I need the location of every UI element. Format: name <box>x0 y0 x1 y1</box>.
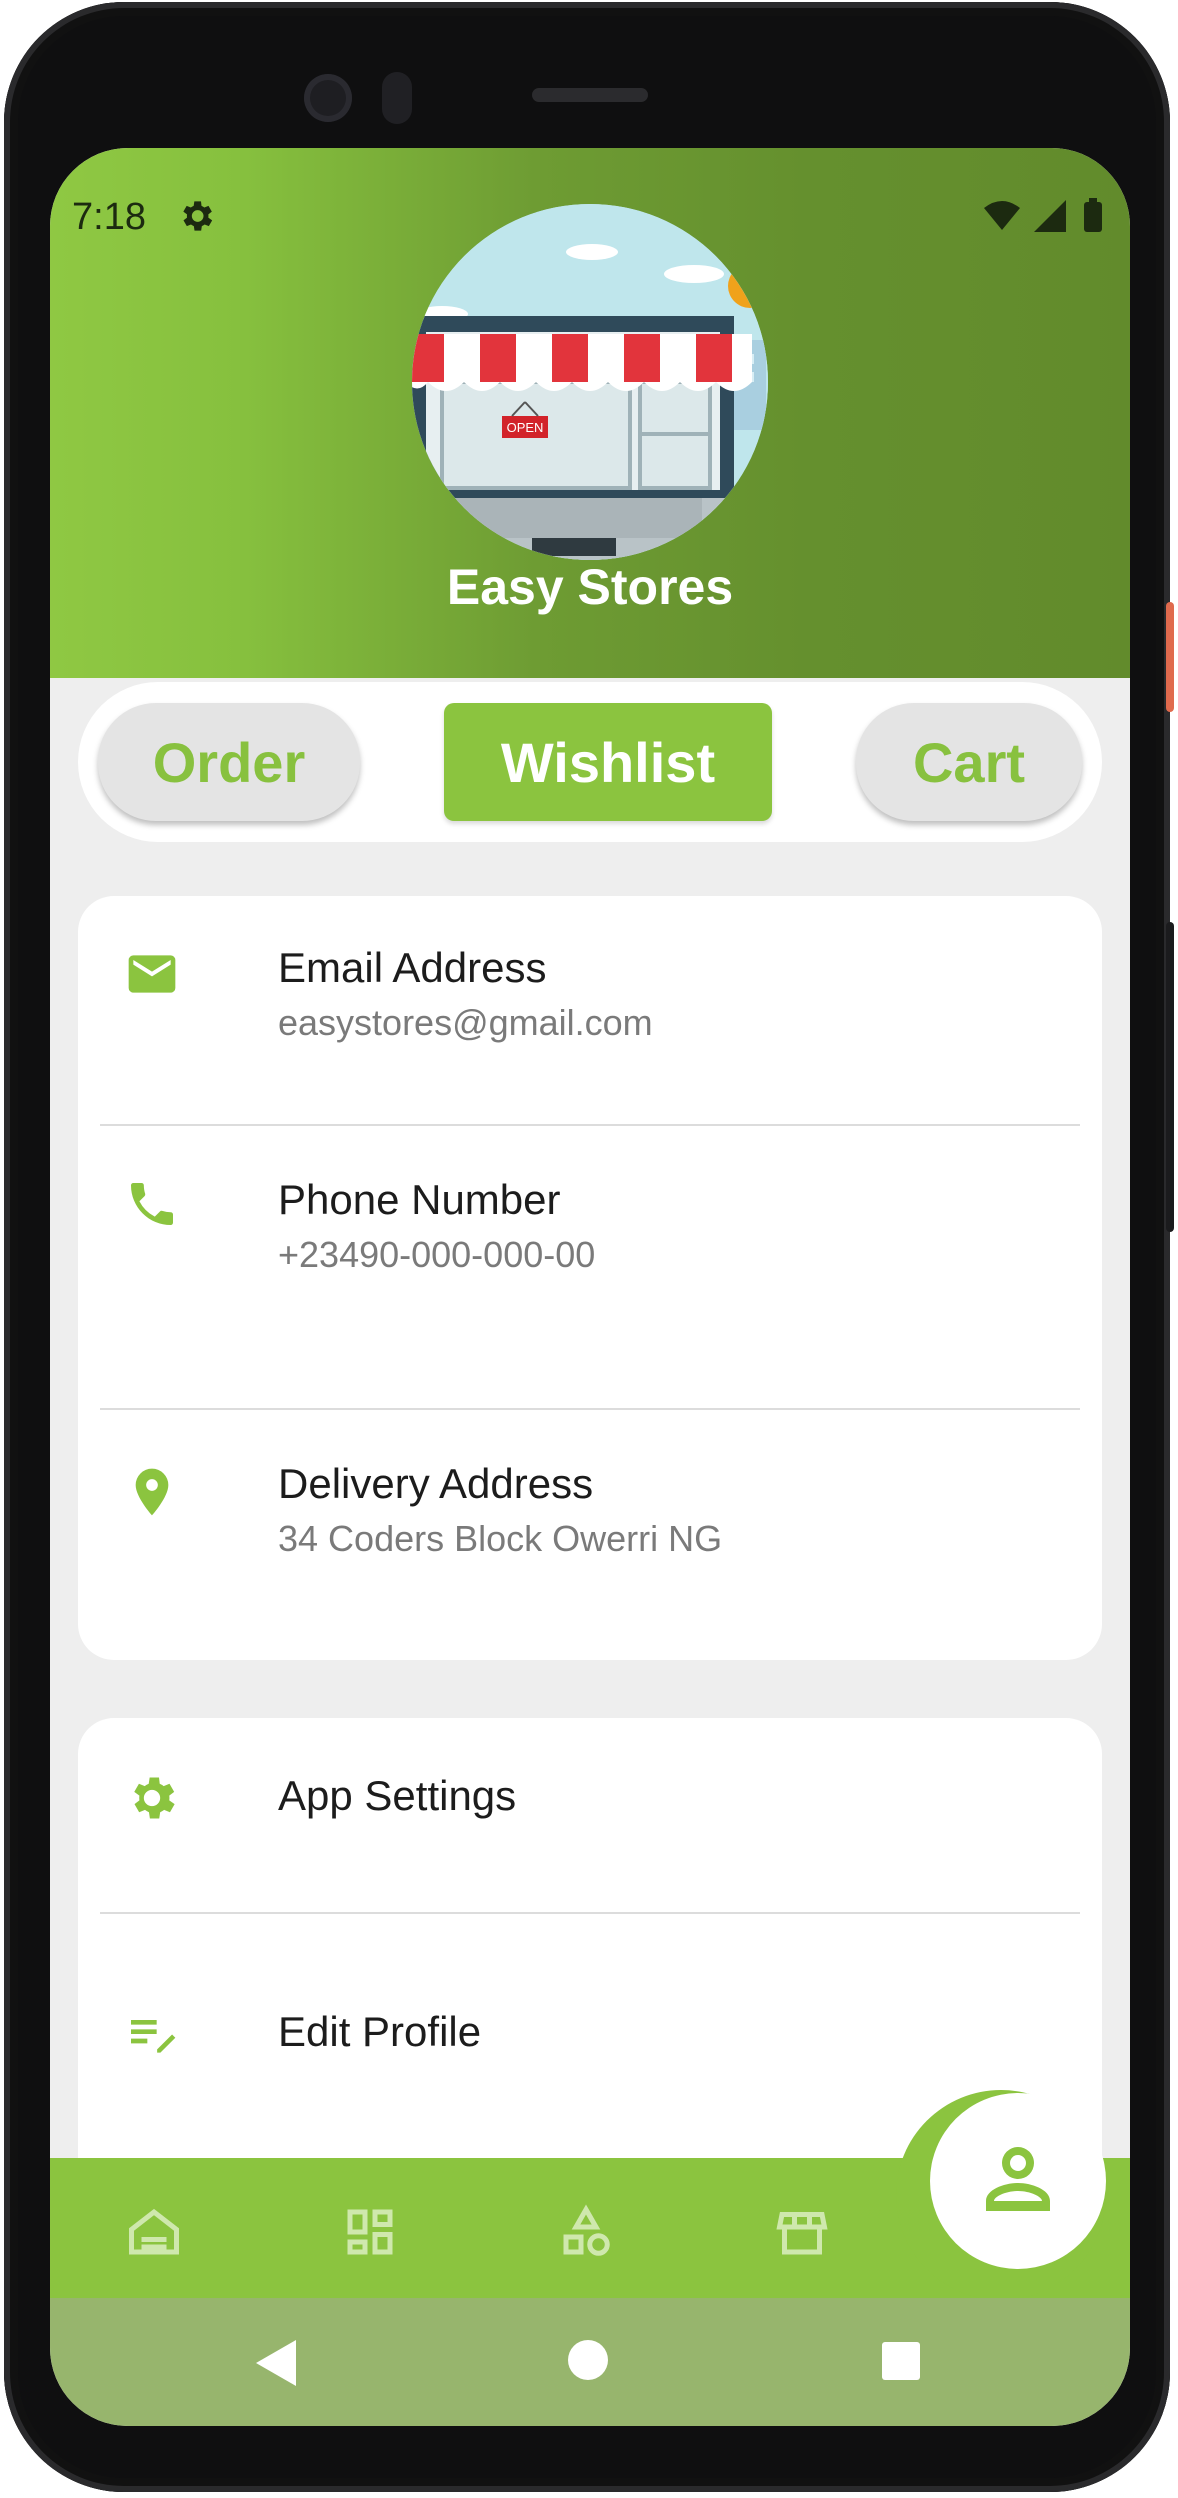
tab-order[interactable]: Order <box>98 703 360 821</box>
address-row[interactable]: Delivery Address 34 Coders Block Owerri … <box>78 1410 1102 1660</box>
email-row[interactable]: Email Address easystores@gmail.com <box>78 896 1102 1124</box>
contact-info-card: Email Address easystores@gmail.com Phone… <box>78 896 1102 1660</box>
location-pin-icon <box>135 1468 169 1516</box>
profile-tab-button[interactable] <box>930 2093 1106 2269</box>
grid-icon[interactable] <box>340 2202 400 2262</box>
profile-header: 7:18 OPEN Easy Stores <box>50 148 1130 678</box>
phone-icon <box>131 1183 173 1225</box>
phone-row[interactable]: Phone Number +23490-000-000-00 <box>78 1126 1102 1408</box>
store-avatar[interactable]: OPEN <box>412 204 768 560</box>
email-value: easystores@gmail.com <box>278 1002 653 1043</box>
edit-note-icon <box>131 2020 176 2053</box>
volume-button <box>1166 922 1174 1232</box>
status-indicators <box>984 198 1102 232</box>
home-button[interactable] <box>568 2340 608 2380</box>
settings-status-icon <box>183 201 213 231</box>
power-button <box>1166 602 1174 712</box>
earpiece-speaker <box>532 88 648 102</box>
mail-icon <box>128 955 176 993</box>
app-screen: 7:18 OPEN Easy Stores Order Wishlist Car… <box>50 148 1130 2426</box>
categories-icon[interactable] <box>556 2202 616 2262</box>
wifi-icon <box>984 201 1020 230</box>
phone-frame: 7:18 OPEN Easy Stores Order Wishlist Car… <box>4 2 1174 2492</box>
email-title: Email Address <box>278 944 547 991</box>
app-settings-row[interactable]: App Settings <box>78 1718 1102 1908</box>
store-name: Easy Stores <box>446 559 734 615</box>
gear-icon <box>134 1777 175 1819</box>
phone-title: Phone Number <box>278 1176 561 1223</box>
address-title: Delivery Address <box>278 1460 594 1507</box>
edit-profile-label: Edit Profile <box>278 2008 482 2055</box>
signal-icon <box>1034 200 1066 232</box>
tab-wishlist[interactable]: Wishlist <box>444 703 772 821</box>
battery-icon <box>1084 202 1102 232</box>
back-icon[interactable] <box>256 2340 296 2386</box>
address-value: 34 Coders Block Owerri NG <box>278 1518 723 1559</box>
storefront-illustration: OPEN <box>412 204 768 560</box>
proximity-sensor <box>382 72 412 124</box>
open-sign: OPEN <box>507 420 544 435</box>
store-icon[interactable] <box>772 2202 832 2262</box>
app-settings-label: App Settings <box>278 1772 517 1819</box>
tab-cart[interactable]: Cart <box>856 703 1082 821</box>
segment-tabs: Order Wishlist Cart <box>78 682 1102 842</box>
phone-value: +23490-000-000-00 <box>278 1234 596 1275</box>
status-time: 7:18 <box>72 196 146 238</box>
front-camera <box>304 74 352 122</box>
system-navigation-bar <box>50 2298 1130 2426</box>
profile-icon <box>986 2147 1050 2211</box>
recents-button[interactable] <box>882 2342 920 2380</box>
home-icon[interactable] <box>124 2202 184 2262</box>
